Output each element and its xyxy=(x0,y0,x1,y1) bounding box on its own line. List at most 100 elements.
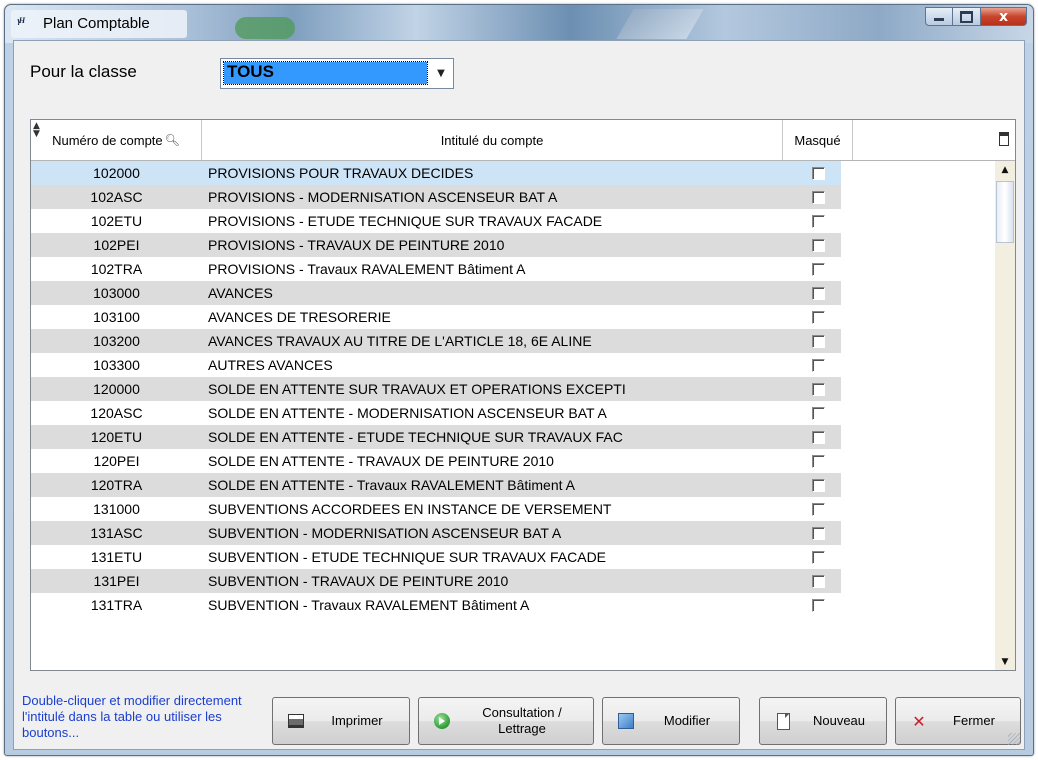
plan-comptable-window: ᵞᴴ Plan Comptable x Pour la classe TOUS … xyxy=(4,4,1034,756)
account-label-cell[interactable]: SUBVENTION - Travaux RAVALEMENT Bâtiment… xyxy=(202,593,783,617)
account-number-cell[interactable]: 103100 xyxy=(31,305,202,329)
table-row[interactable]: 131PEI SUBVENTION - TRAVAUX DE PEINTURE 2… xyxy=(31,569,841,593)
vertical-scrollbar[interactable]: ▲ ▼ xyxy=(995,161,1015,670)
minimize-button[interactable] xyxy=(925,7,953,26)
hidden-checkbox[interactable] xyxy=(811,214,825,228)
hidden-checkbox[interactable] xyxy=(811,478,825,492)
account-label-cell[interactable]: AVANCES xyxy=(202,281,783,305)
account-label-cell[interactable]: SOLDE EN ATTENTE SUR TRAVAUX ET OPERATIO… xyxy=(202,377,783,401)
chevron-down-icon[interactable]: ▼ xyxy=(430,60,452,87)
account-number-cell[interactable]: 120000 xyxy=(31,377,202,401)
hidden-checkbox[interactable] xyxy=(811,550,825,564)
account-number-cell[interactable]: 131ASC xyxy=(31,521,202,545)
table-row[interactable]: 103200 AVANCES TRAVAUX AU TITRE DE L'ARTI… xyxy=(31,329,841,353)
hidden-checkbox[interactable] xyxy=(811,166,825,180)
account-number-cell[interactable]: 103300 xyxy=(31,353,202,377)
account-number-cell[interactable]: 131TRA xyxy=(31,593,202,617)
column-header-label[interactable]: Intitulé du compte xyxy=(202,120,783,160)
account-number-cell[interactable]: 120ASC xyxy=(31,401,202,425)
account-label-cell[interactable]: PROVISIONS - Travaux RAVALEMENT Bâtiment… xyxy=(202,257,783,281)
account-number-cell[interactable]: 120PEI xyxy=(31,449,202,473)
hidden-checkbox[interactable] xyxy=(811,286,825,300)
account-number-cell[interactable]: 103200 xyxy=(31,329,202,353)
table-row[interactable]: 102PEI PROVISIONS - TRAVAUX DE PEINTURE 2… xyxy=(31,233,841,257)
table-row[interactable]: 131ETU SUBVENTION - ETUDE TECHNIQUE SUR T… xyxy=(31,545,841,569)
table-row[interactable]: 120ETU SOLDE EN ATTENTE - ETUDE TECHNIQUE… xyxy=(31,425,841,449)
class-filter-value: TOUS xyxy=(227,62,274,81)
account-number-cell[interactable]: 102TRA xyxy=(31,257,202,281)
account-label-cell[interactable]: SUBVENTIONS ACCORDEES EN INSTANCE DE VER… xyxy=(202,497,783,521)
account-number-cell[interactable]: 131000 xyxy=(31,497,202,521)
table-row[interactable]: 103300 AUTRES AVANCES xyxy=(31,353,841,377)
maximize-button[interactable] xyxy=(953,7,981,26)
hidden-checkbox[interactable] xyxy=(811,190,825,204)
account-number-cell[interactable]: 102000 xyxy=(31,161,202,185)
account-label-cell[interactable]: AUTRES AVANCES xyxy=(202,353,783,377)
hidden-checkbox[interactable] xyxy=(811,454,825,468)
account-label-cell[interactable]: SOLDE EN ATTENTE - ETUDE TECHNIQUE SUR T… xyxy=(202,425,783,449)
account-number-cell[interactable]: 120TRA xyxy=(31,473,202,497)
account-number-cell[interactable]: 103000 xyxy=(31,281,202,305)
table-row[interactable]: 131TRA SUBVENTION - Travaux RAVALEMENT Bâ… xyxy=(31,593,841,617)
account-label-cell[interactable]: SUBVENTION - TRAVAUX DE PEINTURE 2010 xyxy=(202,569,783,593)
account-label-cell[interactable]: SOLDE EN ATTENTE - Travaux RAVALEMENT Bâ… xyxy=(202,473,783,497)
account-number-cell[interactable]: 120ETU xyxy=(31,425,202,449)
column-chooser-icon[interactable] xyxy=(999,132,1009,146)
hidden-checkbox[interactable] xyxy=(811,574,825,588)
close-window-button[interactable]: x xyxy=(981,7,1027,26)
scrollbar-thumb[interactable] xyxy=(996,181,1014,243)
table-row[interactable]: 120ASC SOLDE EN ATTENTE - MODERNISATION A… xyxy=(31,401,841,425)
hidden-checkbox[interactable] xyxy=(811,382,825,396)
account-number-cell[interactable]: 102ASC xyxy=(31,185,202,209)
table-row[interactable]: 131ASC SUBVENTION - MODERNISATION ASCENSE… xyxy=(31,521,841,545)
account-label-cell[interactable]: AVANCES TRAVAUX AU TITRE DE L'ARTICLE 18… xyxy=(202,329,783,353)
edit-button[interactable]: Modifier xyxy=(602,697,740,745)
account-label-cell[interactable]: PROVISIONS POUR TRAVAUX DECIDES xyxy=(202,161,783,185)
hidden-checkbox[interactable] xyxy=(811,310,825,324)
column-header-hidden[interactable]: Masqué xyxy=(783,120,853,160)
close-button[interactable]: ✕ Fermer xyxy=(895,697,1021,745)
hidden-checkbox[interactable] xyxy=(811,526,825,540)
table-row[interactable]: 103100 AVANCES DE TRESORERIE xyxy=(31,305,841,329)
class-filter-dropdown[interactable]: TOUS ▼ xyxy=(220,58,454,89)
table-row[interactable]: 120000 SOLDE EN ATTENTE SUR TRAVAUX ET OP… xyxy=(31,377,841,401)
search-icon[interactable]: 🔍︎ xyxy=(165,133,180,147)
hidden-checkbox[interactable] xyxy=(811,502,825,516)
resize-grip[interactable] xyxy=(1008,733,1020,745)
table-row[interactable]: 120TRA SOLDE EN ATTENTE - Travaux RAVALEM… xyxy=(31,473,841,497)
table-row[interactable]: 102000 PROVISIONS POUR TRAVAUX DECIDES xyxy=(31,161,841,185)
account-number-cell[interactable]: 102ETU xyxy=(31,209,202,233)
hidden-checkbox[interactable] xyxy=(811,262,825,276)
scroll-up-arrow-icon[interactable]: ▲ xyxy=(995,161,1015,179)
account-label-cell[interactable]: SUBVENTION - MODERNISATION ASCENSEUR BAT… xyxy=(202,521,783,545)
hidden-checkbox[interactable] xyxy=(811,358,825,372)
account-label-cell[interactable]: SOLDE EN ATTENTE - MODERNISATION ASCENSE… xyxy=(202,401,783,425)
column-header-number[interactable]: ▲ ▼ Numéro de compte 🔍︎ xyxy=(31,120,202,160)
consultation-lettrage-button[interactable]: Consultation / Lettrage xyxy=(418,697,594,745)
account-label-cell[interactable]: SOLDE EN ATTENTE - TRAVAUX DE PEINTURE 2… xyxy=(202,449,783,473)
account-number-cell[interactable]: 102PEI xyxy=(31,233,202,257)
new-button[interactable]: Nouveau xyxy=(759,697,887,745)
table-row[interactable]: 102TRA PROVISIONS - Travaux RAVALEMENT Bâ… xyxy=(31,257,841,281)
account-label-cell[interactable]: PROVISIONS - ETUDE TECHNIQUE SUR TRAVAUX… xyxy=(202,209,783,233)
hidden-cell xyxy=(783,401,853,425)
account-label-cell[interactable]: PROVISIONS - TRAVAUX DE PEINTURE 2010 xyxy=(202,233,783,257)
hidden-checkbox[interactable] xyxy=(811,406,825,420)
table-row[interactable]: 120PEI SOLDE EN ATTENTE - TRAVAUX DE PEIN… xyxy=(31,449,841,473)
account-label-cell[interactable]: SUBVENTION - ETUDE TECHNIQUE SUR TRAVAUX… xyxy=(202,545,783,569)
title-bar[interactable]: ᵞᴴ Plan Comptable x xyxy=(5,5,1033,43)
print-button[interactable]: Imprimer xyxy=(272,697,410,745)
hidden-checkbox[interactable] xyxy=(811,334,825,348)
hidden-checkbox[interactable] xyxy=(811,430,825,444)
account-label-cell[interactable]: AVANCES DE TRESORERIE xyxy=(202,305,783,329)
hidden-checkbox[interactable] xyxy=(811,598,825,612)
table-row[interactable]: 131000 SUBVENTIONS ACCORDEES EN INSTANCE … xyxy=(31,497,841,521)
hidden-checkbox[interactable] xyxy=(811,238,825,252)
account-number-cell[interactable]: 131PEI xyxy=(31,569,202,593)
table-row[interactable]: 102ASC PROVISIONS - MODERNISATION ASCENSE… xyxy=(31,185,841,209)
table-row[interactable]: 103000 AVANCES xyxy=(31,281,841,305)
account-number-cell[interactable]: 131ETU xyxy=(31,545,202,569)
scroll-down-arrow-icon[interactable]: ▼ xyxy=(995,653,1015,670)
account-label-cell[interactable]: PROVISIONS - MODERNISATION ASCENSEUR BAT… xyxy=(202,185,783,209)
table-row[interactable]: 102ETU PROVISIONS - ETUDE TECHNIQUE SUR T… xyxy=(31,209,841,233)
